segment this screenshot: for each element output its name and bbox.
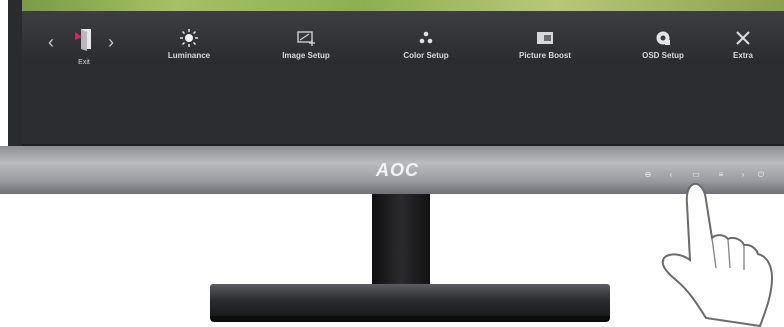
- color-setup-icon: [419, 31, 433, 44]
- osd-exit-item[interactable]: Exit: [62, 26, 106, 66]
- osd-left-arrow-icon[interactable]: ‹: [48, 33, 54, 51]
- osd-item-picture-boost[interactable]: Picture Boost: [500, 29, 590, 60]
- osd-item-image-setup[interactable]: Image Setup: [261, 29, 351, 60]
- osd-item-luminance[interactable]: Luminance: [144, 29, 234, 60]
- osd-item-color-setup[interactable]: Color Setup: [381, 29, 471, 60]
- osd-menu-bar: ‹ Exit › Luminance Image Setup Color Set…: [22, 11, 784, 66]
- pointing-hand-icon: [661, 182, 774, 327]
- monitor-scene: ‹ Exit › Luminance Image Setup Color Set…: [0, 0, 784, 327]
- monitor-stand-base-edge: [210, 316, 610, 322]
- sun-icon: [180, 29, 198, 47]
- osd-item-label: Picture Boost: [518, 51, 571, 60]
- osd-content-area: [22, 64, 784, 144]
- osd-item-osd-setup[interactable]: OSD Setup: [618, 29, 708, 60]
- extra-icon: [736, 31, 750, 45]
- osd-right-arrow-icon[interactable]: ›: [108, 33, 114, 51]
- osd-item-label: Extra: [732, 51, 753, 60]
- picture-boost-icon: [537, 32, 553, 44]
- osd-item-label: Color Setup: [403, 51, 449, 60]
- osd-item-label: Image Setup: [282, 51, 330, 60]
- brand-logo: AOC: [376, 160, 419, 180]
- monitor-stand-neck: [372, 194, 430, 286]
- monitor-stand-base: [210, 284, 610, 320]
- osd-item-label: OSD Setup: [642, 51, 684, 60]
- screen-wallpaper-strip: [22, 0, 784, 11]
- osd-item-label: Luminance: [167, 51, 211, 60]
- osd-item-extra[interactable]: Extra: [698, 29, 784, 60]
- osd-setup-icon: [656, 31, 670, 45]
- exit-door-icon: [75, 29, 91, 51]
- image-setup-icon: [297, 31, 315, 46]
